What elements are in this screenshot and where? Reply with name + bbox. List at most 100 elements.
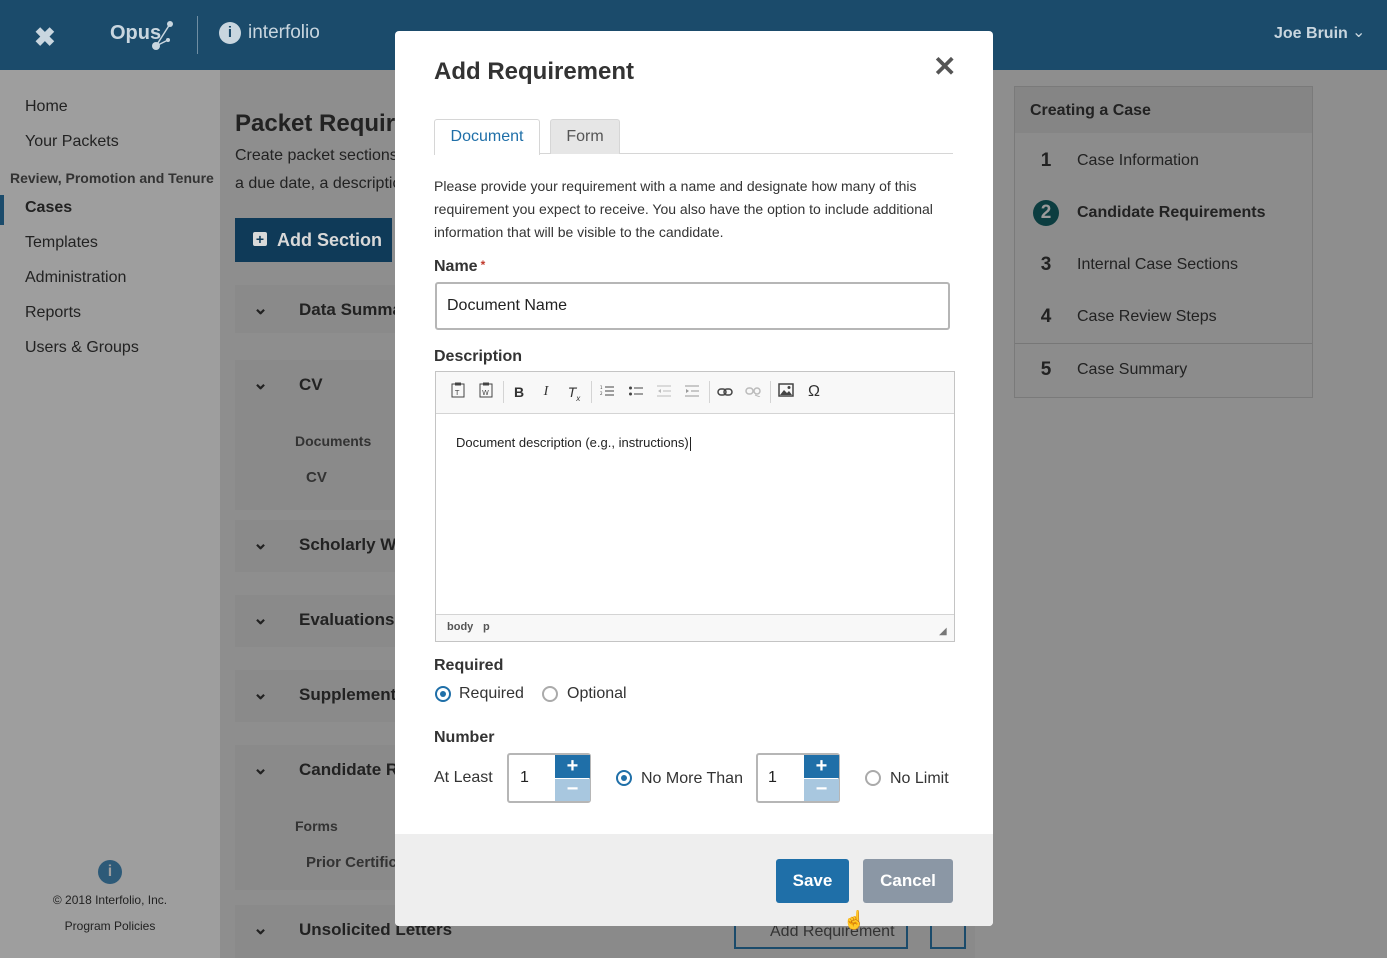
svg-text:W: W	[482, 389, 489, 397]
close-icon[interactable]: ✖	[34, 22, 56, 53]
document-item: CV	[306, 469, 327, 486]
sidebar-item-cases[interactable]: Cases	[25, 199, 72, 217]
tab-document[interactable]: Document	[434, 119, 540, 155]
increase-indent-icon[interactable]	[682, 382, 702, 402]
no-more-than-decrement-button[interactable]: −	[804, 779, 839, 801]
step-number: 3	[1040, 254, 1052, 275]
modal-title: Add Requirement	[434, 58, 635, 85]
no-more-than-label[interactable]: No More Than	[641, 770, 743, 788]
numbered-list-icon[interactable]: 12	[597, 382, 617, 402]
no-limit-label[interactable]: No Limit	[890, 770, 949, 788]
documents-label: Documents	[295, 433, 372, 449]
step-label-active[interactable]: Candidate Requirements	[1077, 204, 1265, 222]
page-title: Packet Requir	[235, 110, 396, 137]
section-row-label: Scholarly Wo	[299, 535, 407, 554]
decrease-indent-icon[interactable]	[654, 382, 674, 402]
name-input[interactable]	[435, 282, 950, 330]
toolbar-separator	[503, 381, 504, 403]
sidebar-item-your-packets[interactable]: Your Packets	[25, 133, 119, 151]
svg-text:T: T	[454, 389, 460, 397]
optional-radio-label[interactable]: Optional	[567, 685, 627, 703]
no-limit-radio[interactable]	[865, 770, 881, 786]
name-label: Name *	[434, 258, 485, 276]
toolbar-separator	[770, 381, 771, 403]
section-row-label: Candidate Re	[299, 760, 408, 779]
sidebar-active-indicator	[0, 195, 4, 225]
no-more-than-value[interactable]: 1	[768, 769, 777, 787]
header-divider	[197, 16, 198, 54]
bulleted-list-icon[interactable]	[626, 382, 646, 402]
step-label[interactable]: Internal Case Sections	[1077, 256, 1238, 274]
user-menu[interactable]: Joe Bruin	[1274, 25, 1348, 43]
tab-form[interactable]: Form	[550, 119, 620, 154]
paste-text-icon[interactable]: T	[448, 382, 468, 402]
remove-format-icon[interactable]: Tx	[564, 382, 584, 403]
element-path-p[interactable]: p	[483, 621, 490, 633]
at-least-decrement-button[interactable]: −	[555, 779, 590, 801]
sidebar-item-reports[interactable]: Reports	[25, 304, 81, 322]
no-more-than-increment-button[interactable]: +	[804, 755, 839, 778]
interfolio-logo: interfolio	[248, 22, 320, 43]
bold-icon[interactable]: B	[509, 382, 529, 402]
steps-divider	[1015, 343, 1312, 344]
sidebar-item-users-groups[interactable]: Users & Groups	[25, 339, 139, 357]
chevron-down-icon[interactable]: ⌄	[1352, 22, 1365, 42]
close-icon[interactable]: ✕	[933, 50, 956, 83]
image-icon[interactable]	[776, 382, 796, 402]
sidebar-item-templates[interactable]: Templates	[25, 234, 98, 252]
chevron-down-icon[interactable]: ⌄	[253, 298, 268, 319]
page-subtitle: Create packet sections	[235, 147, 398, 164]
section-row-label: CV	[299, 375, 323, 394]
resize-handle-icon[interactable]: ◢	[939, 626, 947, 637]
no-more-than-radio[interactable]	[616, 770, 632, 786]
at-least-label: At Least	[434, 769, 493, 786]
description-label: Description	[434, 348, 523, 365]
link-icon[interactable]	[715, 382, 735, 402]
forms-label: Forms	[295, 818, 338, 834]
modal-description: Please provide your requirement with a n…	[434, 178, 933, 240]
hand-cursor-icon: ☝	[843, 910, 866, 930]
paste-word-icon[interactable]: W	[476, 382, 496, 402]
section-row-label: Data Summa	[299, 300, 402, 319]
optional-radio[interactable]	[542, 686, 558, 702]
step-label[interactable]: Case Summary	[1077, 361, 1187, 379]
step-number: 4	[1040, 306, 1052, 327]
special-character-icon[interactable]: Ω	[804, 382, 824, 402]
opus-network-icon	[152, 21, 173, 50]
program-policies-link[interactable]: Program Policies	[0, 919, 220, 933]
name-label-text: Name	[434, 258, 478, 275]
svg-text:1: 1	[600, 385, 603, 390]
sidebar-section-title: Review, Promotion and Tenure	[10, 170, 214, 186]
element-path-body[interactable]: body	[447, 621, 473, 633]
chevron-down-icon[interactable]: ⌄	[253, 918, 268, 939]
step-label[interactable]: Case Review Steps	[1077, 308, 1217, 326]
svg-text:2: 2	[600, 391, 603, 396]
editor-content[interactable]: Document description (e.g., instructions…	[456, 435, 691, 451]
toolbar-separator	[709, 381, 710, 403]
italic-icon[interactable]: I	[536, 382, 556, 402]
sidebar-item-administration[interactable]: Administration	[25, 269, 126, 287]
chevron-down-icon[interactable]: ⌄	[253, 533, 268, 554]
copyright: © 2018 Interfolio, Inc.	[52, 893, 168, 907]
at-least-value[interactable]: 1	[520, 769, 529, 787]
chevron-down-icon[interactable]: ⌄	[253, 373, 268, 394]
chevron-down-icon[interactable]: ⌄	[253, 758, 268, 779]
info-icon: i	[219, 22, 241, 44]
chevron-down-icon[interactable]: ⌄	[253, 683, 268, 704]
cancel-button[interactable]: Cancel	[863, 859, 953, 903]
chevron-down-icon[interactable]: ⌄	[253, 608, 268, 629]
required-radio-label[interactable]: Required	[459, 685, 524, 703]
form-item: Prior Certific	[306, 854, 397, 871]
save-button[interactable]: Save	[776, 859, 849, 903]
toolbar-separator	[591, 381, 592, 403]
sidebar-item-home[interactable]: Home	[25, 98, 68, 116]
plus-icon: +	[253, 232, 267, 246]
required-marker: *	[480, 258, 486, 272]
text-cursor	[689, 436, 691, 451]
required-radio[interactable]	[435, 686, 451, 702]
unlink-icon[interactable]	[743, 382, 763, 402]
info-icon[interactable]: i	[98, 860, 122, 884]
at-least-increment-button[interactable]: +	[555, 755, 590, 778]
step-number-active: 2	[1033, 200, 1059, 226]
step-label[interactable]: Case Information	[1077, 152, 1199, 170]
